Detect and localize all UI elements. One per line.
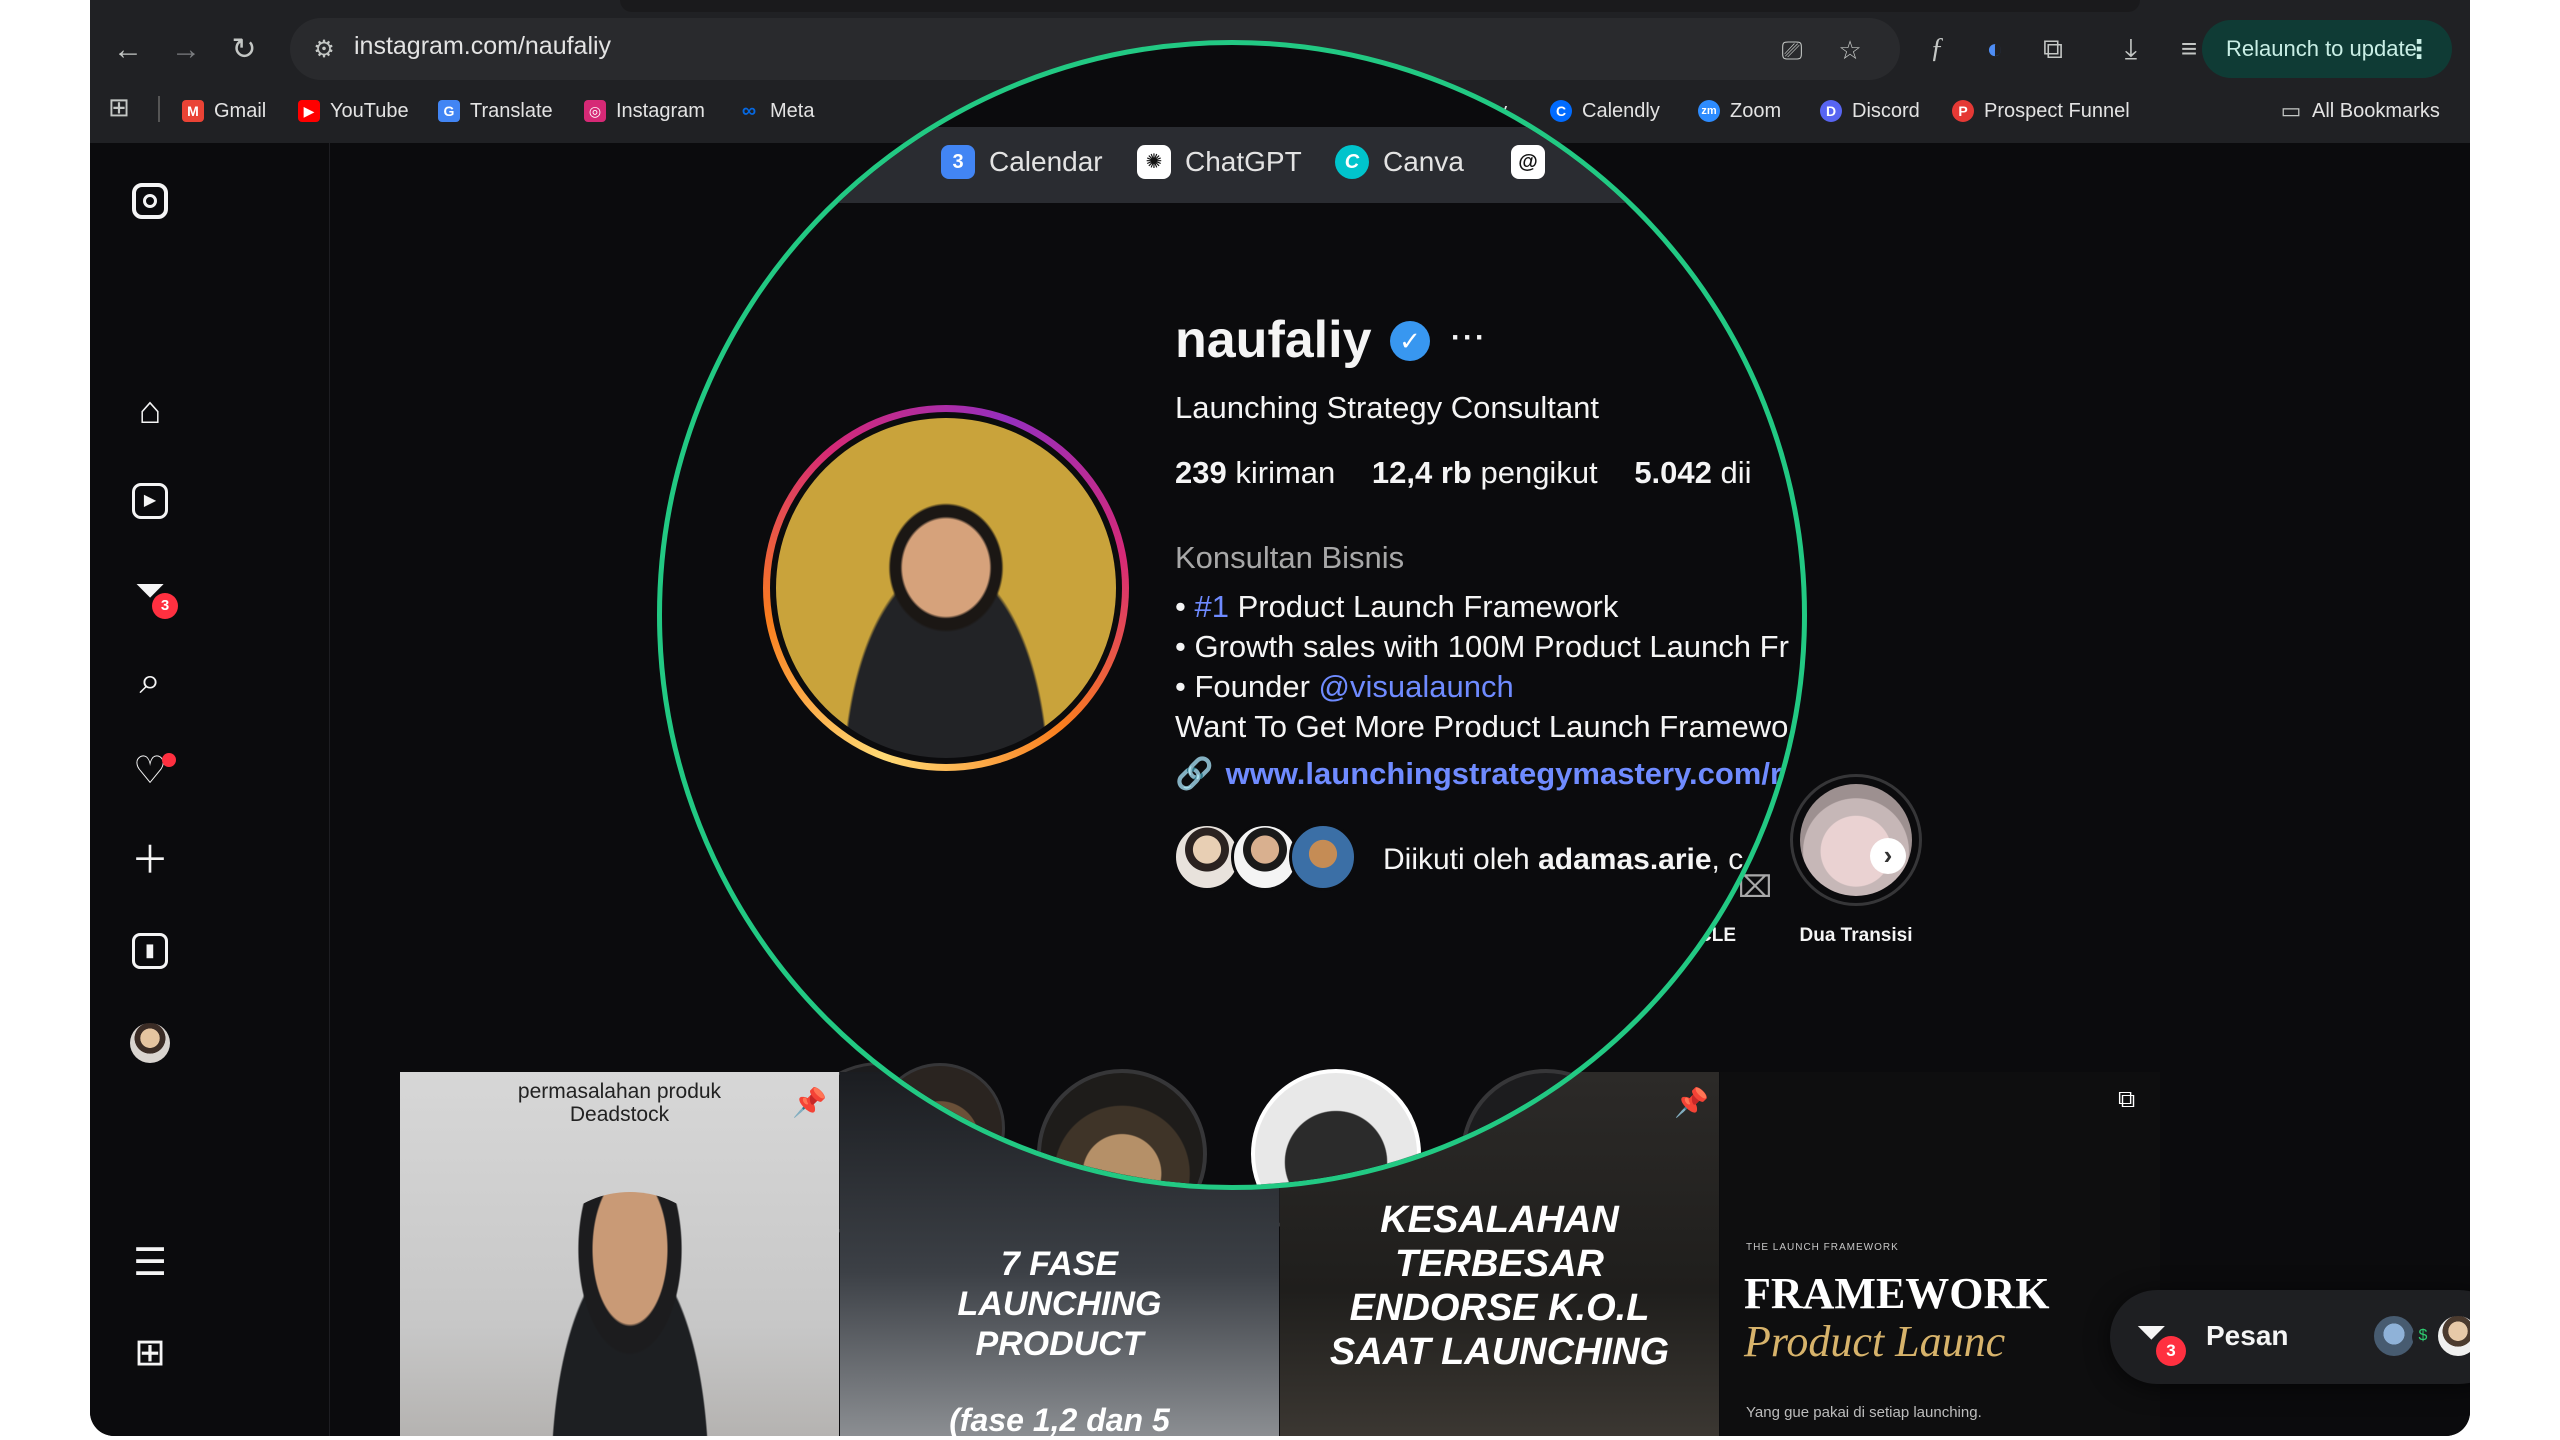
reels-icon[interactable]: ▶ <box>120 471 180 531</box>
youtube-icon: ▶ <box>298 100 320 122</box>
bookmark-chatgpt[interactable]: ✺ ChatGPT <box>1137 137 1302 187</box>
discord-icon: D <box>1820 100 1842 122</box>
bookmark-translate[interactable]: G Translate <box>438 94 553 128</box>
home-icon[interactable]: ⌂ <box>120 381 180 441</box>
bookmark-discord[interactable]: D Discord <box>1820 94 1920 128</box>
prospect-funnel-icon: P <box>1952 100 1974 122</box>
profile-picture <box>776 418 1116 758</box>
forward-icon[interactable]: → <box>164 28 208 72</box>
person-thumbnail <box>530 1192 730 1436</box>
bookmark-calendar[interactable]: 3 Calendar <box>941 137 1103 187</box>
profile-website-link[interactable]: 🔗 www.launchingstrategymastery.com/r <box>1175 755 1782 792</box>
bookmark-star-icon[interactable]: ☆ <box>1830 30 1870 70</box>
threads-icon: @ <box>1511 145 1545 179</box>
translate-icon: G <box>438 100 460 122</box>
canva-icon: C <box>1335 145 1369 179</box>
hashtag-link[interactable]: #1 <box>1194 589 1228 624</box>
create-plus-icon[interactable]: ＋ <box>120 831 180 891</box>
highlight-circle[interactable] <box>1461 1069 1631 1185</box>
shazam-extension-icon[interactable]: ◐ <box>1972 26 2018 72</box>
reload-icon[interactable]: ↻ <box>222 28 266 72</box>
menu-kebab-icon: ⋮ <box>2406 34 2432 64</box>
profile-category: Konsultan Bisnis <box>1175 540 1405 575</box>
bookmark-gmail[interactable]: M Gmail <box>182 94 266 128</box>
calendar-icon: 3 <box>941 145 975 179</box>
menu-hamburger-icon[interactable]: ☰ <box>120 1233 180 1293</box>
messages-button[interactable]: ⏷ 3 Pesan $ <box>2110 1290 2470 1384</box>
post-title: 7 FASE LAUNCHING PRODUCT <box>957 1245 1162 1363</box>
bio-line: • #1 Product Launch Framework <box>1175 589 1619 624</box>
insights-chart-icon[interactable]: ▮ <box>120 921 180 981</box>
folder-icon: ▭ <box>2280 98 2302 123</box>
highlight-circle[interactable] <box>1251 1069 1421 1185</box>
mention-link[interactable]: @visualaunch <box>1319 669 1514 704</box>
highlight-circle[interactable] <box>875 1063 1005 1185</box>
search-icon[interactable]: ⌕ <box>120 651 180 711</box>
instagram-icon: ◎ <box>584 100 606 122</box>
chevron-right-icon[interactable]: › <box>1870 838 1906 874</box>
story-highlight[interactable] <box>1790 774 1922 906</box>
bookmark-all-bookmarks[interactable]: ▭ All Bookmarks <box>2280 94 2440 128</box>
formula-extension-icon[interactable]: ƒ <box>1914 26 1960 72</box>
followers-count[interactable]: 12,4 rb pengikut <box>1372 455 1598 490</box>
browser-window: ← → ↻ ⚙ instagram.com/naufaliy ⎚ ☆ ƒ ◐ ⧉… <box>90 0 2470 1436</box>
post-subtitle: (fase 1,2 dan 5 <box>949 1402 1170 1436</box>
post-kicker: THE LAUNCH FRAMEWORK <box>1746 1242 1899 1253</box>
bookmark-threads[interactable]: @ <box>1511 137 1559 187</box>
chatgpt-icon: ✺ <box>1137 145 1171 179</box>
post-title: KESALAHAN TERBESAR ENDORSE K.O.L SAAT LA… <box>1329 1199 1670 1373</box>
relaunch-label: Relaunch to update <box>2226 36 2417 61</box>
notification-count-badge: 3 <box>152 593 178 619</box>
messages-count-badge: 3 <box>2156 1336 2186 1366</box>
bookmark-youtube[interactable]: ▶ YouTube <box>298 94 409 128</box>
post-title: FRAMEWORK <box>1744 1269 2050 1318</box>
back-icon[interactable]: ← <box>106 28 150 72</box>
instagram-sidebar: ⌂ ▶ ⏷ 3 ⌕ ♡ ＋ ▮ ☰ ⊞ <box>90 143 330 1436</box>
more-apps-icon[interactable]: ⊞ <box>120 1323 180 1383</box>
bio-line: Want To Get More Product Launch Framewo <box>1175 709 1789 744</box>
address-bar-url[interactable]: instagram.com/naufaliy <box>354 32 611 61</box>
link-chain-icon: 🔗 <box>1175 756 1214 791</box>
extensions-puzzle-icon[interactable]: ⧉ <box>2030 26 2076 72</box>
profile-username: naufaliy <box>1175 311 1372 369</box>
following-count[interactable]: 5.042 dii <box>1634 455 1751 490</box>
bio-line: • Founder @visualaunch <box>1175 669 1514 704</box>
verified-badge-icon: ✓ <box>1390 321 1430 361</box>
bookmark-prospect-funnel[interactable]: P Prospect Funnel <box>1952 94 2130 128</box>
instagram-logo-icon[interactable] <box>120 171 180 231</box>
status-indicator-icon: $ <box>2412 1326 2434 1348</box>
gmail-icon: M <box>182 100 204 122</box>
magnified-content: 3 Calendar ✺ ChatGPT C Canva @ naufaliy ✓ ·… <box>662 45 1802 1185</box>
profile-tagline: Launching Strategy Consultant <box>1175 390 1599 425</box>
conversation-avatar <box>2372 1314 2416 1358</box>
profile-stats: 239 kiriman 12,4 rb pengikut 5.042 dii <box>1175 455 1780 491</box>
posts-count: 239 kiriman <box>1175 455 1336 490</box>
bookmark-canva[interactable]: C Canva <box>1335 137 1464 187</box>
follower-avatar[interactable] <box>1289 823 1357 891</box>
notification-dot <box>162 753 176 767</box>
more-options-icon[interactable]: ··· <box>1451 321 1487 355</box>
conversation-avatar <box>2436 1314 2470 1358</box>
magnifier-lens: 3 Calendar ✺ ChatGPT C Canva @ naufaliy ✓ ·… <box>657 40 1807 1190</box>
followed-by-text[interactable]: Diikuti oleh adamas.arie, c <box>1383 843 1743 877</box>
messages-label: Pesan <box>2206 1320 2289 1351</box>
relaunch-button[interactable]: Relaunch to update ⋮ <box>2202 20 2452 78</box>
highlight-circle[interactable] <box>1037 1069 1207 1185</box>
post-footer: Yang gue pakai di setiap launching. <box>1746 1404 1982 1421</box>
profile-avatar[interactable] <box>130 1023 170 1063</box>
notifications-heart-icon[interactable]: ♡ <box>120 741 180 801</box>
site-settings-icon[interactable]: ⚙ <box>304 30 344 70</box>
bio-line: • Growth sales with 100M Product Launch … <box>1175 629 1789 664</box>
download-icon[interactable]: ⤓ <box>2108 26 2154 72</box>
carousel-icon: ⧉ <box>2118 1086 2136 1113</box>
post-subtitle: Product Launc <box>1744 1317 2006 1366</box>
profile-picture-ring[interactable] <box>763 405 1129 771</box>
tab-strip <box>620 0 2140 12</box>
